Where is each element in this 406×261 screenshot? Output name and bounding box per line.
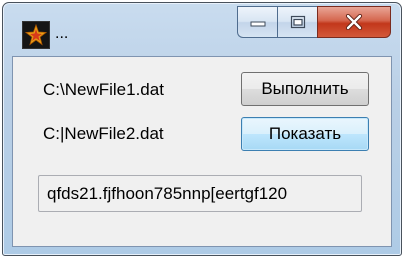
app-window: ... C:\NewFile1.dat Выполнить C:|NewFile… (2, 2, 402, 256)
close-button[interactable] (317, 6, 391, 38)
star-app-icon[interactable] (22, 21, 50, 49)
window-title: ... (55, 25, 69, 42)
execute-button[interactable]: Выполнить (241, 72, 369, 106)
caption-buttons (237, 6, 391, 38)
minimize-icon (250, 21, 265, 27)
maximize-button[interactable] (277, 6, 317, 38)
file2-label: C:|NewFile2.dat (43, 124, 164, 143)
maximize-icon (290, 15, 305, 29)
minimize-button[interactable] (237, 6, 277, 38)
close-icon (345, 14, 363, 30)
file1-label: C:\NewFile1.dat (43, 80, 164, 99)
title-bar[interactable]: ... (3, 3, 401, 55)
form-client-area: C:\NewFile1.dat Выполнить C:|NewFile2.da… (12, 56, 392, 247)
show-button[interactable]: Показать (241, 117, 369, 151)
output-textbox[interactable]: qfds21.fjfhoon785nnp[eertgf120 (38, 175, 362, 212)
